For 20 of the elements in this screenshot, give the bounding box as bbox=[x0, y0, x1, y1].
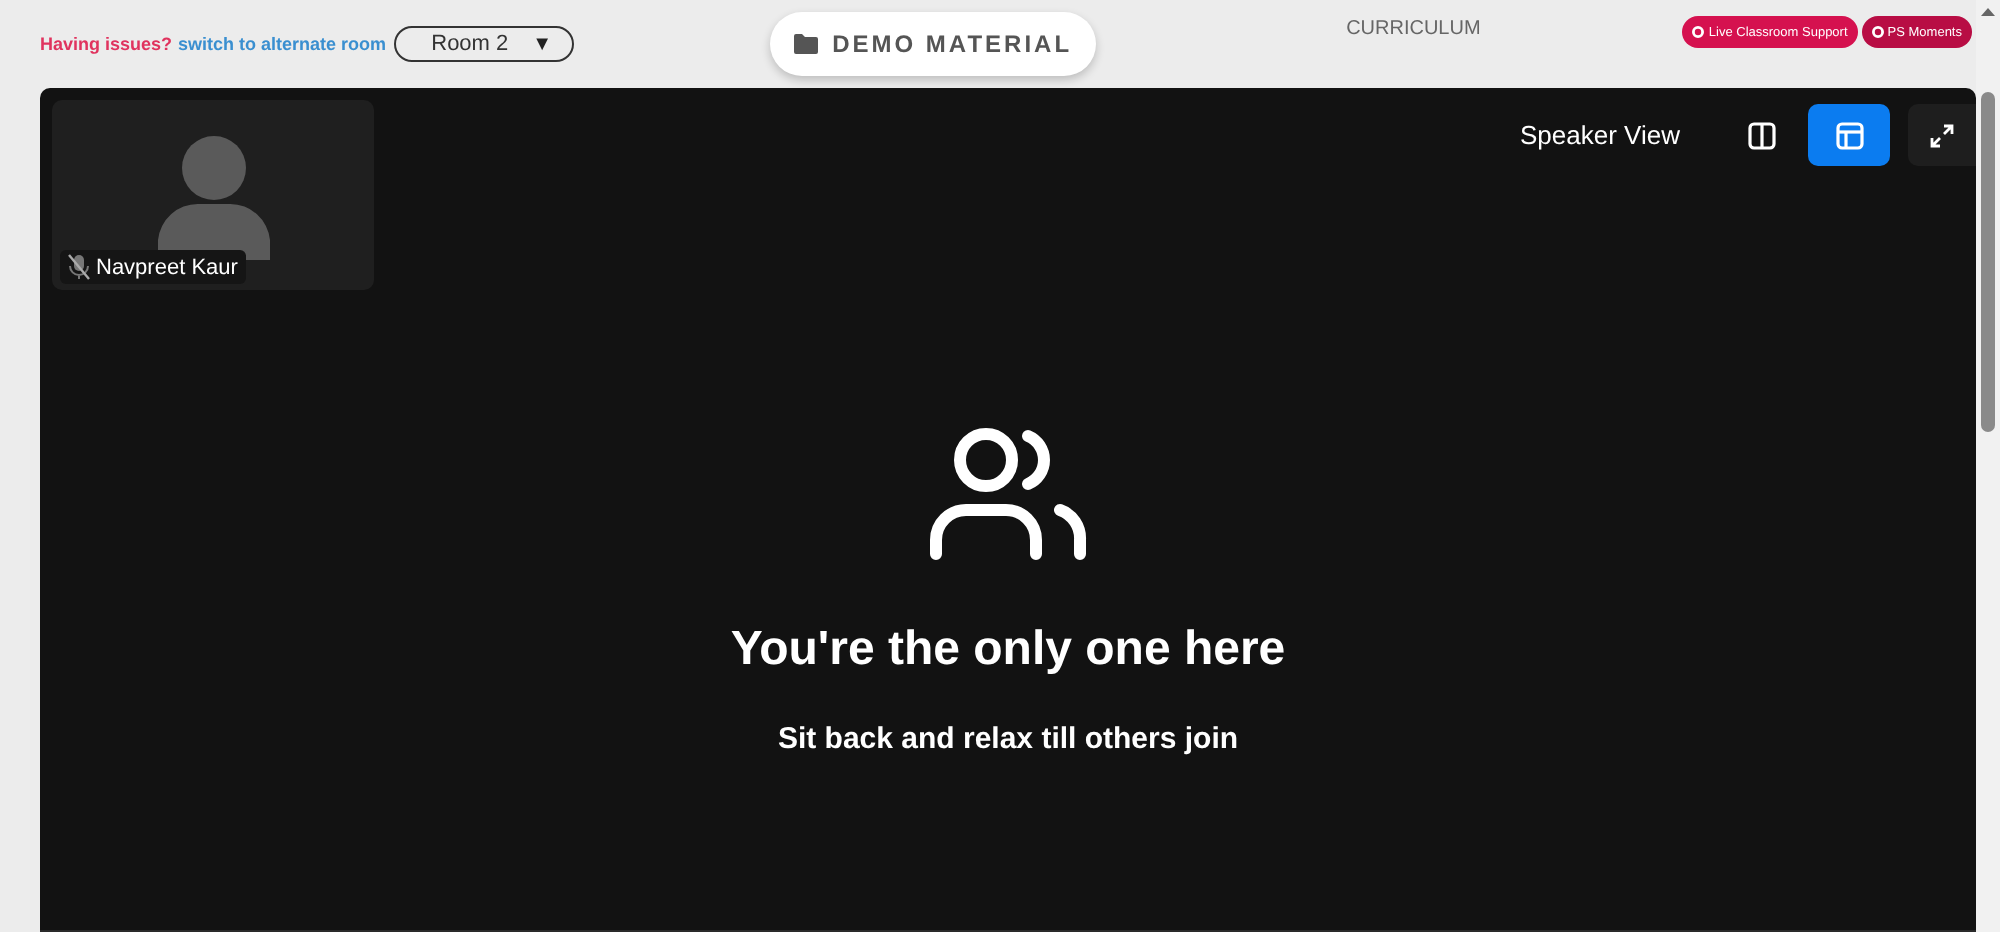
empty-title: You're the only one here bbox=[730, 622, 1286, 678]
gear-icon bbox=[1871, 26, 1884, 38]
room-select[interactable]: Room 2 ▼ bbox=[394, 26, 575, 62]
folder-icon bbox=[794, 34, 819, 54]
participant-name: Navpreet Kaur bbox=[96, 255, 238, 279]
view-button[interactable] bbox=[1808, 104, 1890, 166]
gear-icon bbox=[1692, 26, 1705, 38]
issue-label: Having issues? bbox=[40, 34, 173, 54]
layout-icon bbox=[1835, 121, 1863, 149]
curriculum-link[interactable]: CURRICULUM bbox=[1346, 18, 1481, 40]
empty-subtitle: Sit back and relax till others join bbox=[777, 722, 1239, 756]
demo-material-button[interactable]: DEMO MATERIAL bbox=[770, 12, 1097, 76]
fullscreen-button[interactable] bbox=[1908, 104, 1976, 166]
people-icon bbox=[928, 426, 1088, 562]
avatar-icon bbox=[158, 136, 270, 260]
expand-icon bbox=[1930, 123, 1954, 147]
room-value: Room 2 bbox=[431, 32, 509, 56]
split-view-icon bbox=[1747, 121, 1775, 149]
view-label: Speaker View bbox=[1520, 120, 1680, 150]
caret-icon: ▼ bbox=[532, 33, 553, 55]
